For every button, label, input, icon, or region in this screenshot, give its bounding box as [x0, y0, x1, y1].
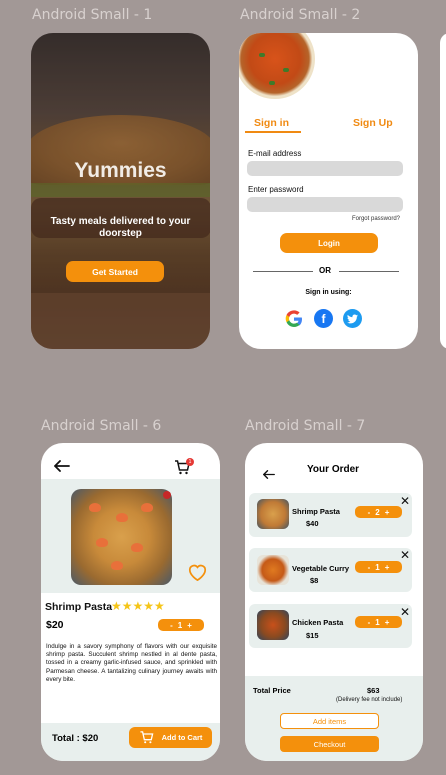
remove-item-close-icon[interactable]: ✕: [400, 548, 410, 562]
offscreen-frame: [440, 33, 446, 349]
add-to-cart-button[interactable]: Add to Cart: [129, 727, 212, 748]
favorite-heart-icon[interactable]: [187, 563, 208, 586]
tomato: [163, 491, 171, 499]
app-title: Yummies: [74, 159, 167, 182]
password-label: Enter password: [248, 185, 304, 194]
shrimp: [131, 543, 143, 552]
shrimp: [89, 503, 101, 512]
password-field[interactable]: [247, 197, 403, 212]
shrimp: [96, 538, 108, 547]
quantity-stepper[interactable]: - 1 +: [355, 561, 402, 573]
twitter-icon[interactable]: [343, 309, 362, 328]
shrimp: [141, 503, 153, 512]
order-screen: Your Order Shrimp Pasta $40 - 2 + ✕ Vege…: [245, 443, 423, 761]
item-price: $8: [310, 576, 319, 585]
product-description: Indulge in a savory symphony of flavors …: [46, 643, 217, 683]
product-name: Shrimp Pasta: [45, 601, 113, 613]
login-button[interactable]: Login: [280, 233, 378, 253]
email-label: E-mail address: [248, 149, 302, 158]
tagline: Tasty meals delivered to your doorstep: [50, 216, 191, 239]
item-name: Shrimp Pasta: [292, 507, 340, 516]
quantity-value: 1: [375, 562, 380, 572]
shrimp-pasta-image: [71, 489, 172, 585]
checkout-button[interactable]: Checkout: [280, 736, 379, 752]
plus-button[interactable]: +: [385, 618, 390, 627]
shrimp-pasta-thumbnail: [257, 499, 289, 529]
divider-left: [253, 271, 313, 272]
total-price-value: $63: [367, 686, 380, 695]
google-icon[interactable]: [284, 309, 303, 328]
get-started-button[interactable]: Get Started: [66, 261, 164, 282]
rating-stars-icon: ★★★★★: [111, 599, 165, 613]
back-arrow-icon[interactable]: [262, 466, 275, 484]
product-price: $20: [46, 619, 64, 631]
or-text: OR: [319, 266, 331, 275]
quantity-value: 1: [177, 620, 183, 630]
plus-button[interactable]: +: [187, 621, 192, 630]
active-tab-indicator: [245, 131, 301, 133]
frame-label-7: Android Small - 7: [245, 418, 366, 434]
add-items-button[interactable]: Add items: [280, 713, 379, 729]
chicken-pasta-thumbnail: [257, 610, 289, 640]
quantity-stepper[interactable]: - 1 +: [355, 616, 402, 628]
forgot-password-link[interactable]: Forgot password?: [352, 216, 400, 222]
total-price-label: Total Price: [253, 686, 291, 695]
minus-button[interactable]: -: [368, 508, 371, 517]
plus-button[interactable]: +: [385, 563, 390, 572]
divider-right: [339, 271, 399, 272]
product-screen: 1 Shrimp Pasta ★★★★★ $20 - 1 + Indulge i…: [41, 443, 220, 761]
garnish: [283, 68, 289, 72]
frame-label-1: Android Small - 1: [32, 7, 153, 23]
remove-item-close-icon[interactable]: ✕: [400, 494, 410, 508]
item-name: Chicken Pasta: [292, 618, 344, 627]
sign-in-using-label: Sign in using:: [305, 289, 352, 296]
remove-item-close-icon[interactable]: ✕: [400, 605, 410, 619]
signin-screen: Sign in Sign Up E-mail address Enter pas…: [239, 33, 418, 349]
frame-label-6: Android Small - 6: [41, 418, 162, 434]
facebook-icon[interactable]: f: [314, 309, 333, 328]
back-arrow-icon[interactable]: [53, 459, 70, 477]
total-price: Total : $20: [52, 733, 99, 744]
item-name: Vegetable Curry: [292, 564, 350, 573]
vegetable-curry-thumbnail: [257, 555, 289, 585]
garnish: [269, 81, 275, 85]
cart-icon: [140, 731, 153, 744]
item-price: $40: [306, 519, 319, 528]
add-to-cart-label: Add to Cart: [161, 733, 203, 742]
minus-button[interactable]: -: [170, 621, 173, 630]
minus-button[interactable]: -: [368, 618, 371, 627]
tab-sign-in[interactable]: Sign in: [254, 117, 289, 129]
delivery-fee-note: (Delivery fee not include): [336, 697, 403, 703]
frame-label-2: Android Small - 2: [240, 7, 361, 23]
quantity-value: 2: [375, 507, 380, 517]
garnish: [259, 53, 265, 57]
page-title: Your Order: [307, 464, 360, 475]
splash-screen: Yummies Tasty meals delivered to your do…: [31, 33, 210, 349]
curry-dish-image: [239, 33, 315, 99]
shrimp: [116, 513, 128, 522]
quantity-stepper[interactable]: - 1 +: [158, 619, 204, 631]
shrimp: [111, 561, 123, 570]
quantity-stepper[interactable]: - 2 +: [355, 506, 402, 518]
email-field[interactable]: [247, 161, 403, 176]
cart-badge: 1: [186, 458, 194, 466]
item-price: $15: [306, 631, 319, 640]
dark-overlay: [31, 33, 210, 349]
tab-sign-up[interactable]: Sign Up: [353, 117, 393, 129]
minus-button[interactable]: -: [368, 563, 371, 572]
quantity-value: 1: [375, 617, 380, 627]
plus-button[interactable]: +: [385, 508, 390, 517]
